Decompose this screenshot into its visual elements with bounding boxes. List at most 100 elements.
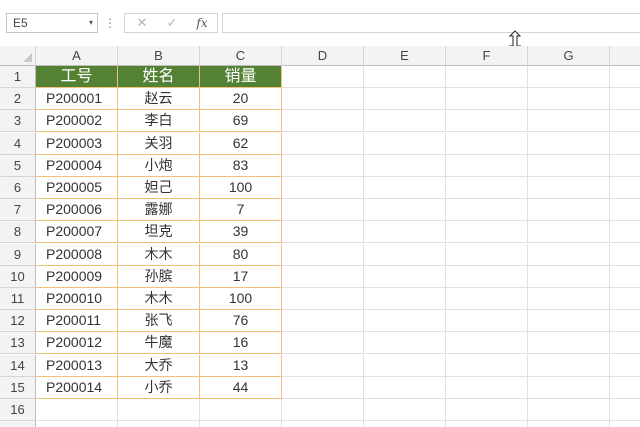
table-cell[interactable]: P200011 [36,310,118,333]
cell[interactable] [528,221,610,244]
table-header-cell[interactable]: 销量 [200,66,282,88]
cell[interactable] [610,133,640,155]
column-header-e[interactable]: E [364,46,446,66]
cell[interactable] [364,199,446,222]
cell[interactable] [446,221,528,244]
cell[interactable] [364,154,446,177]
chevron-down-icon[interactable]: ▾ [89,14,93,32]
cell[interactable] [282,421,364,427]
cell[interactable] [610,377,640,399]
table-cell[interactable]: 牛魔 [118,332,200,355]
cell[interactable] [528,199,610,222]
row-header-11[interactable]: 11 [0,288,36,310]
table-cell[interactable]: 关羽 [118,132,200,155]
table-cell[interactable]: P200005 [36,177,118,199]
table-cell[interactable]: 木木 [118,288,200,310]
cell[interactable] [282,354,364,377]
cell[interactable] [446,399,528,421]
cell[interactable] [364,310,446,333]
table-cell[interactable]: 13 [200,354,282,377]
cell[interactable] [610,177,640,199]
cell[interactable] [446,66,528,88]
cell[interactable] [364,376,446,399]
cell[interactable] [446,421,528,427]
row-header-14[interactable]: 14 [0,354,36,377]
cell[interactable] [446,310,528,333]
cell[interactable] [36,421,118,427]
cell[interactable] [118,421,200,427]
table-cell[interactable]: P200007 [36,221,118,244]
cell[interactable] [528,399,610,421]
table-cell[interactable]: P200008 [36,243,118,266]
column-header-f[interactable]: F [446,46,528,66]
table-cell[interactable]: P200014 [36,376,118,399]
cell[interactable] [282,154,364,177]
cell[interactable] [528,110,610,133]
table-cell[interactable]: P200001 [36,88,118,111]
table-cell[interactable]: P200009 [36,265,118,288]
cell[interactable] [36,399,118,421]
cell[interactable] [528,354,610,377]
table-cell[interactable]: 62 [200,132,282,155]
cell[interactable] [446,132,528,155]
insert-function-icon[interactable]: fx [191,14,213,32]
cell[interactable] [364,265,446,288]
cell[interactable] [610,288,640,310]
cell[interactable] [528,265,610,288]
spreadsheet-grid[interactable]: A B C D E F G 1 工号 姓名 销量 2 P200001 赵云 20 3 P200002 李白 69 4 P… [0,46,640,427]
table-cell[interactable]: 39 [200,221,282,244]
table-cell[interactable]: 7 [200,199,282,222]
table-cell[interactable]: 小炮 [118,154,200,177]
select-all-button[interactable] [0,46,36,66]
cell[interactable] [446,243,528,266]
cell[interactable] [446,199,528,222]
cell[interactable] [610,88,640,111]
table-cell[interactable]: 80 [200,243,282,266]
cell[interactable] [364,177,446,199]
table-cell[interactable]: 小乔 [118,376,200,399]
cell[interactable] [282,199,364,222]
cell[interactable] [528,88,610,111]
row-header-6[interactable]: 6 [0,177,36,199]
table-cell[interactable]: P200004 [36,154,118,177]
table-cell[interactable]: P200012 [36,332,118,355]
cell[interactable] [528,154,610,177]
cell[interactable] [446,154,528,177]
table-cell[interactable]: 17 [200,265,282,288]
cell[interactable] [364,243,446,266]
row-header-7[interactable]: 7 [0,199,36,222]
cell[interactable] [446,332,528,355]
cell[interactable] [446,288,528,310]
column-header-d[interactable]: D [282,46,364,66]
cell[interactable] [364,110,446,133]
row-header-2[interactable]: 2 [0,88,36,111]
row-header-16[interactable]: 16 [0,399,36,421]
column-header-g[interactable]: G [528,46,610,66]
cell[interactable] [364,88,446,111]
cell[interactable] [610,155,640,177]
cell[interactable] [528,66,610,88]
cell[interactable] [364,332,446,355]
table-cell[interactable]: 坦克 [118,221,200,244]
table-cell[interactable]: 69 [200,110,282,133]
cell[interactable] [282,66,364,88]
cell[interactable] [282,110,364,133]
formula-input[interactable] [222,13,640,33]
cell[interactable] [610,244,640,266]
cell[interactable] [446,265,528,288]
table-cell[interactable]: 16 [200,332,282,355]
row-header-12[interactable]: 12 [0,310,36,333]
cell[interactable] [446,88,528,111]
table-header-cell[interactable]: 工号 [36,66,118,88]
cell[interactable] [282,265,364,288]
row-header-5[interactable]: 5 [0,154,36,177]
cell[interactable] [282,310,364,333]
table-header-cell[interactable]: 姓名 [118,66,200,88]
enter-icon[interactable]: ✓ [161,14,183,32]
cell[interactable] [610,399,640,421]
cell[interactable] [364,221,446,244]
cancel-icon[interactable]: ✕ [131,14,153,32]
cell[interactable] [528,243,610,266]
table-cell[interactable]: 大乔 [118,354,200,377]
cell[interactable] [446,177,528,199]
